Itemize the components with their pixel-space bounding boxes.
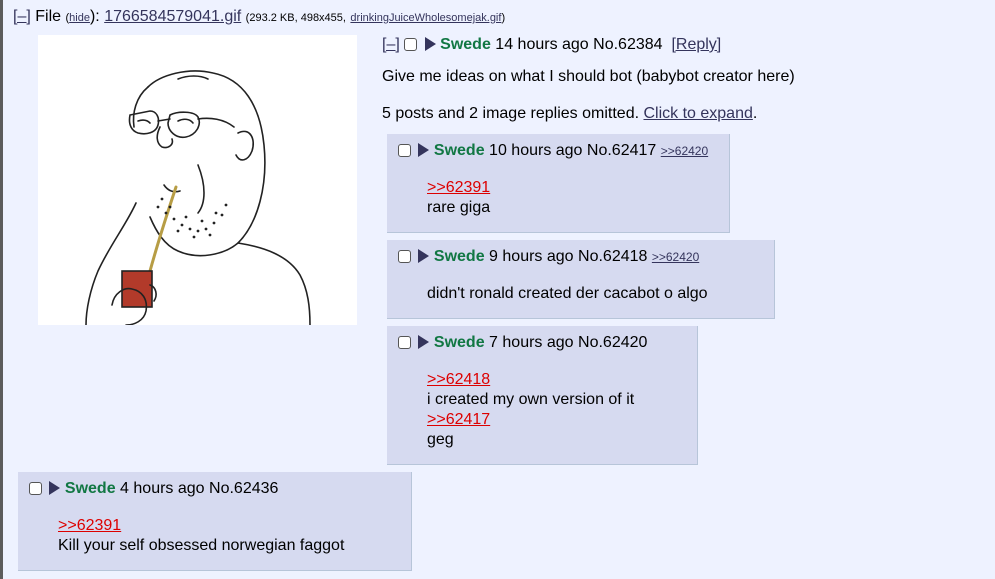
reply-checkbox[interactable]	[398, 144, 411, 157]
file-meta-close: )	[501, 12, 506, 24]
reply-backlink[interactable]: >>62420	[661, 144, 708, 158]
quote-link[interactable]: >>62418	[427, 371, 490, 388]
op-checkbox[interactable]	[404, 38, 418, 51]
image-toggle-button[interactable]: [–]	[13, 8, 31, 25]
reply-menu-arrow-icon[interactable]	[418, 143, 430, 157]
reply-menu-arrow-icon[interactable]	[418, 249, 430, 263]
reply-checkbox[interactable]	[398, 250, 411, 263]
reply-menu-arrow-icon[interactable]	[418, 335, 430, 349]
file-meta: (293.2 KB, 498x455,	[245, 12, 346, 24]
reply-post: Swede 4 hours ago No.62436 >>62391 Kill …	[18, 472, 412, 571]
file-link[interactable]: 1766584579041.gif	[104, 8, 241, 25]
reply-post-info: Swede 4 hours ago No.62436	[29, 480, 278, 498]
quote-link[interactable]: >>62391	[427, 179, 490, 196]
reply-menu-arrow-icon[interactable]	[49, 481, 61, 495]
reply-post-info: Swede 7 hours ago No.62420	[398, 334, 647, 352]
op-post-number[interactable]: No.62384	[593, 36, 662, 53]
reply-checkbox[interactable]	[29, 482, 42, 495]
reply-message: didn't ronald created der cacabot o algo	[427, 285, 708, 303]
op-author-name: Swede	[440, 36, 491, 53]
op-message: Give me ideas on what I should bot (baby…	[382, 68, 795, 85]
reply-time: 4 hours ago	[120, 480, 205, 497]
message-line: geg	[427, 431, 454, 448]
reply-post: Swede 7 hours ago No.62420 >>62418 i cre…	[387, 326, 698, 465]
reply-checkbox[interactable]	[398, 336, 411, 349]
op-time: 14 hours ago	[495, 36, 589, 53]
op-thumbnail[interactable]	[38, 35, 357, 326]
op-menu-arrow-icon[interactable]	[424, 37, 436, 51]
reply-message: >>62391 rare giga	[427, 178, 490, 218]
reply-post-info: Swede 10 hours ago No.62417 >>62420	[398, 142, 708, 160]
reply-post-number[interactable]: No.62417	[587, 142, 656, 159]
original-filename-link[interactable]: drinkingJuiceWholesomejak.gif	[350, 12, 501, 24]
quote-link[interactable]: >>62391	[58, 517, 121, 534]
reply-author-name: Swede	[433, 334, 485, 351]
expand-link[interactable]: Click to expand	[643, 105, 752, 122]
reply-post: Swede 10 hours ago No.62417 >>62420 >>62…	[387, 134, 730, 233]
message-line: rare giga	[427, 199, 491, 216]
hide-link[interactable]: hide	[69, 12, 90, 24]
message-line: i created my own version of it	[427, 391, 635, 408]
reply-message: >>62418 i created my own version of it >…	[427, 370, 634, 450]
reply-author-name: Swede	[433, 248, 485, 265]
wojak-drinking-image	[85, 70, 311, 326]
reply-post-info: Swede 9 hours ago No.62418 >>62420	[398, 248, 699, 266]
op-toggle-button[interactable]: [–]	[382, 36, 400, 53]
reply-post-number[interactable]: No.62420	[578, 334, 647, 351]
op-reply-link[interactable]: [Reply]	[671, 36, 721, 53]
reply-post-number[interactable]: No.62418	[578, 248, 647, 265]
op-post-info: [–] Swede 14 hours ago No.62384 [Reply]	[382, 36, 721, 54]
quote-link[interactable]: >>62417	[427, 411, 490, 428]
message-line: didn't ronald created der cacabot o algo	[427, 285, 708, 302]
reply-author-name: Swede	[64, 480, 116, 497]
reply-time: 7 hours ago	[489, 334, 574, 351]
reply-author-name: Swede	[433, 142, 485, 159]
hide-close: ):	[89, 8, 100, 25]
omitted-summary: 5 posts and 2 image replies omitted. Cli…	[382, 105, 757, 123]
reply-backlink[interactable]: >>62420	[652, 250, 699, 264]
reply-message: >>62391 Kill your self obsessed norwegia…	[58, 516, 344, 556]
file-label: File	[35, 8, 62, 25]
message-line: Kill your self obsessed norwegian faggot	[58, 537, 345, 554]
file-info: [–] File (hide): 1766584579041.gif (293.…	[13, 8, 505, 26]
omitted-period: .	[752, 105, 758, 122]
reply-time: 10 hours ago	[489, 142, 583, 159]
reply-post: Swede 9 hours ago No.62418 >>62420 didn'…	[387, 240, 775, 319]
omitted-text: 5 posts and 2 image replies omitted.	[382, 105, 640, 122]
reply-post-number[interactable]: No.62436	[209, 480, 278, 497]
page-left-border	[0, 0, 3, 579]
reply-time: 9 hours ago	[489, 248, 574, 265]
